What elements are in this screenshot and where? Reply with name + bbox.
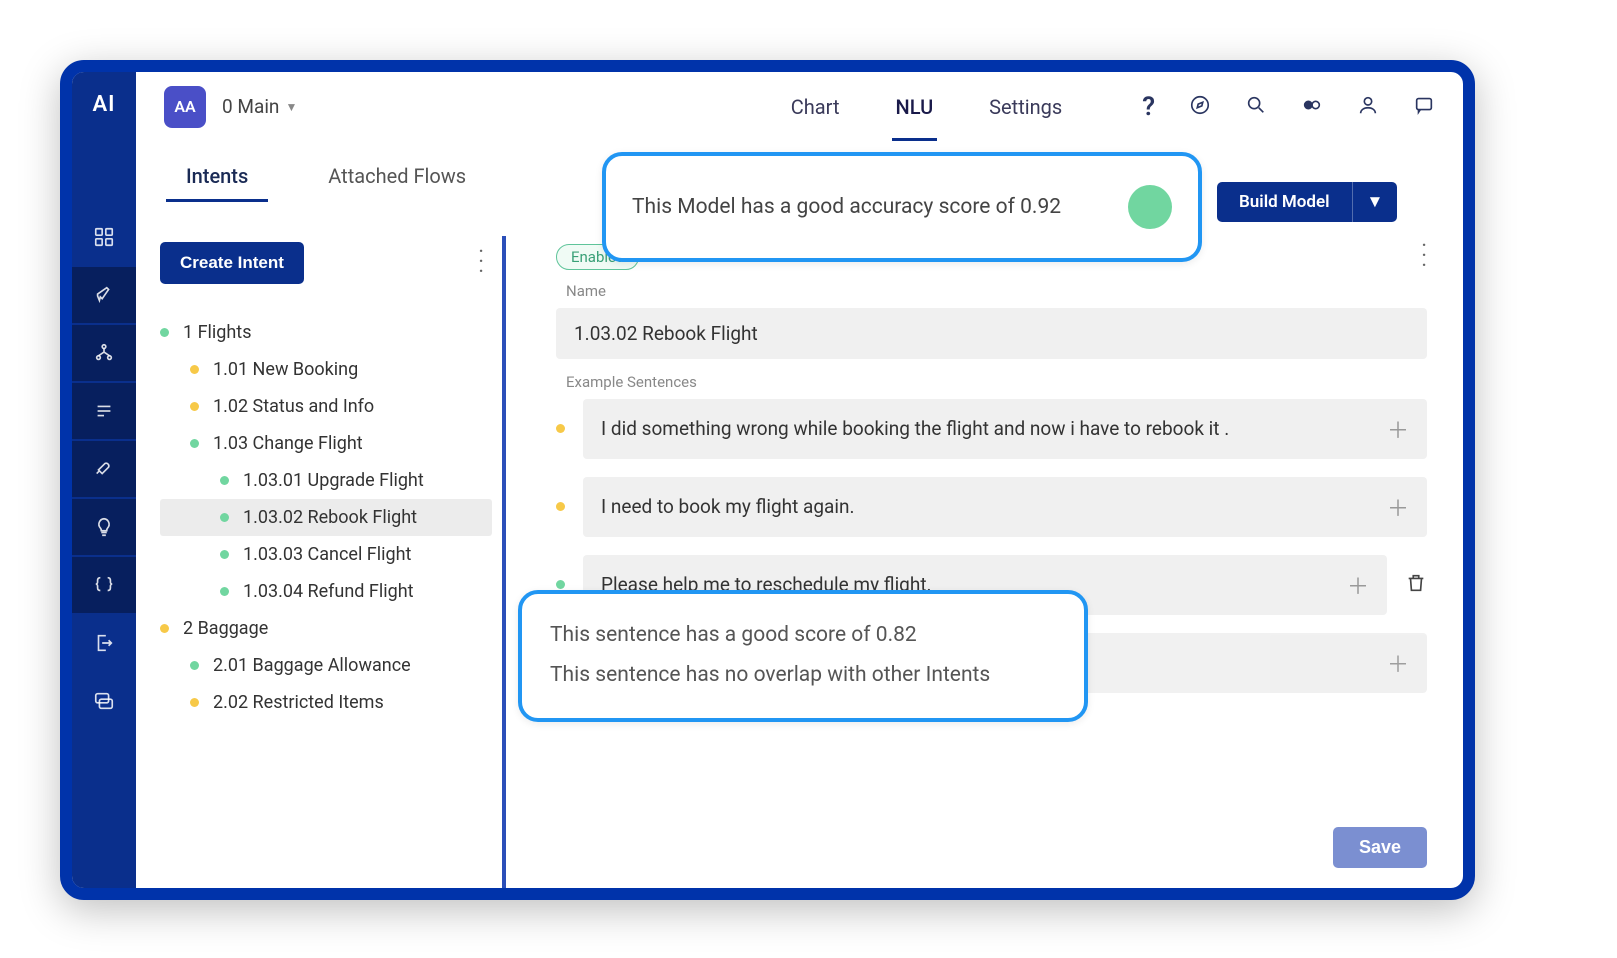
tree-item-change-flight[interactable]: 1.03 Change Flight [160, 425, 492, 462]
intent-panel-menu-icon[interactable]: ··· [478, 248, 484, 278]
workspace-selector[interactable]: 0 Main ▼ [222, 95, 297, 118]
tree-label: 2 Baggage [183, 618, 268, 639]
tree-label: 1.03 Change Flight [213, 433, 363, 454]
status-dot-icon [556, 502, 565, 511]
add-example-icon[interactable]: ＋ [1347, 569, 1369, 601]
status-dot-icon [190, 661, 199, 670]
name-field-label: Name [566, 282, 1427, 300]
tree-item-flights[interactable]: 1 Flights [160, 314, 492, 351]
status-dot-icon [190, 698, 199, 707]
build-model-button[interactable]: Build Model ▼ [1217, 182, 1397, 222]
sentence-tooltip-line1: This sentence has a good score of 0.82 [550, 616, 1056, 656]
tree-label: 1.03.04 Refund Flight [243, 581, 414, 602]
app-logo: AI [92, 92, 115, 117]
nav-rail: AI [72, 72, 136, 888]
tree-label: 2.02 Restricted Items [213, 692, 384, 713]
message-icon[interactable] [1413, 94, 1435, 120]
tree-item-status-info[interactable]: 1.02 Status and Info [160, 388, 492, 425]
accuracy-tooltip-text: This Model has a good accuracy score of … [632, 195, 1108, 219]
nav-sitemap-icon[interactable] [72, 325, 136, 381]
tab-settings[interactable]: Settings [985, 87, 1066, 127]
example-text: I need to book my flight again. [601, 495, 855, 518]
accuracy-score-indicator [1128, 185, 1172, 229]
compass-icon[interactable] [1189, 94, 1211, 120]
example-text: I did something wrong while booking the … [601, 417, 1229, 440]
example-sentence-input[interactable]: I need to book my flight again. ＋ [583, 477, 1427, 537]
tree-label: 1.01 New Booking [213, 359, 358, 380]
tree-label: 1.03.02 Rebook Flight [243, 507, 417, 528]
status-dot-icon [556, 580, 565, 589]
tree-label: 2.01 Baggage Allowance [213, 655, 411, 676]
build-model-label[interactable]: Build Model [1217, 182, 1352, 222]
intent-tree-panel: Create Intent ··· 1 Flights 1.01 New Boo… [136, 236, 506, 888]
tree-label: 1 Flights [183, 322, 251, 343]
nav-braces-icon[interactable] [72, 557, 136, 613]
intent-detail-panel: Enabled ··· Name 1.03.02 Rebook Flight E… [506, 236, 1463, 888]
tree-label: 1.03.03 Cancel Flight [243, 544, 411, 565]
tree-item-cancel-flight[interactable]: 1.03.03 Cancel Flight [160, 536, 492, 573]
user-icon[interactable] [1357, 94, 1379, 120]
content-tab-intents[interactable]: Intents [166, 152, 268, 200]
save-button[interactable]: Save [1333, 827, 1427, 868]
workspace-badge[interactable]: AA [164, 86, 206, 128]
tree-item-baggage[interactable]: 2 Baggage [160, 610, 492, 647]
add-example-icon[interactable]: ＋ [1387, 413, 1409, 445]
content-tab-attached-flows[interactable]: Attached Flows [308, 152, 486, 200]
nav-list-icon[interactable] [72, 383, 136, 439]
toggle-icon[interactable] [1301, 94, 1323, 120]
status-dot-icon [190, 365, 199, 374]
tree-item-upgrade-flight[interactable]: 1.03.01 Upgrade Flight [160, 462, 492, 499]
tree-item-new-booking[interactable]: 1.01 New Booking [160, 351, 492, 388]
example-sentence-input[interactable]: I did something wrong while booking the … [583, 399, 1427, 459]
chevron-down-icon: ▼ [285, 100, 297, 114]
status-dot-icon [556, 424, 565, 433]
add-example-icon[interactable]: ＋ [1387, 491, 1409, 523]
sentence-tooltip-line2: This sentence has no overlap with other … [550, 656, 1056, 696]
search-icon[interactable] [1245, 94, 1267, 120]
build-model-dropdown[interactable]: ▼ [1352, 182, 1398, 222]
tree-item-refund-flight[interactable]: 1.03.04 Refund Flight [160, 573, 492, 610]
nav-bulb-icon[interactable] [72, 499, 136, 555]
status-dot-icon [220, 550, 229, 559]
status-dot-icon [190, 439, 199, 448]
detail-menu-icon[interactable]: ··· [1421, 242, 1427, 272]
tab-nlu[interactable]: NLU [892, 87, 938, 127]
examples-field-label: Example Sentences [566, 373, 1427, 391]
add-example-icon[interactable]: ＋ [1387, 647, 1409, 679]
nav-chat-icon[interactable] [72, 673, 136, 729]
nav-grid-icon[interactable] [72, 209, 136, 265]
status-dot-icon [160, 624, 169, 633]
accuracy-tooltip: This Model has a good accuracy score of … [602, 152, 1202, 262]
status-dot-icon [160, 328, 169, 337]
status-dot-icon [190, 402, 199, 411]
nav-logout-icon[interactable] [72, 615, 136, 671]
status-dot-icon [220, 513, 229, 522]
intent-name-input[interactable]: 1.03.02 Rebook Flight [556, 308, 1427, 359]
delete-example-icon[interactable] [1405, 572, 1427, 598]
topbar: AA 0 Main ▼ Chart NLU Settings ? [136, 72, 1463, 142]
sentence-score-tooltip: This sentence has a good score of 0.82 T… [518, 590, 1088, 722]
status-dot-icon [220, 476, 229, 485]
tree-label: 1.03.01 Upgrade Flight [243, 470, 424, 491]
nav-pin-icon[interactable] [72, 267, 136, 323]
tree-item-restricted-items[interactable]: 2.02 Restricted Items [160, 684, 492, 721]
tree-item-rebook-flight[interactable]: 1.03.02 Rebook Flight [160, 499, 492, 536]
tree-label: 1.02 Status and Info [213, 396, 374, 417]
status-dot-icon [220, 587, 229, 596]
workspace-name: 0 Main [222, 95, 279, 118]
help-icon[interactable]: ? [1142, 92, 1155, 122]
create-intent-button[interactable]: Create Intent [160, 242, 304, 284]
nav-plug-icon[interactable] [72, 441, 136, 497]
tab-chart[interactable]: Chart [787, 87, 844, 127]
tree-item-baggage-allowance[interactable]: 2.01 Baggage Allowance [160, 647, 492, 684]
